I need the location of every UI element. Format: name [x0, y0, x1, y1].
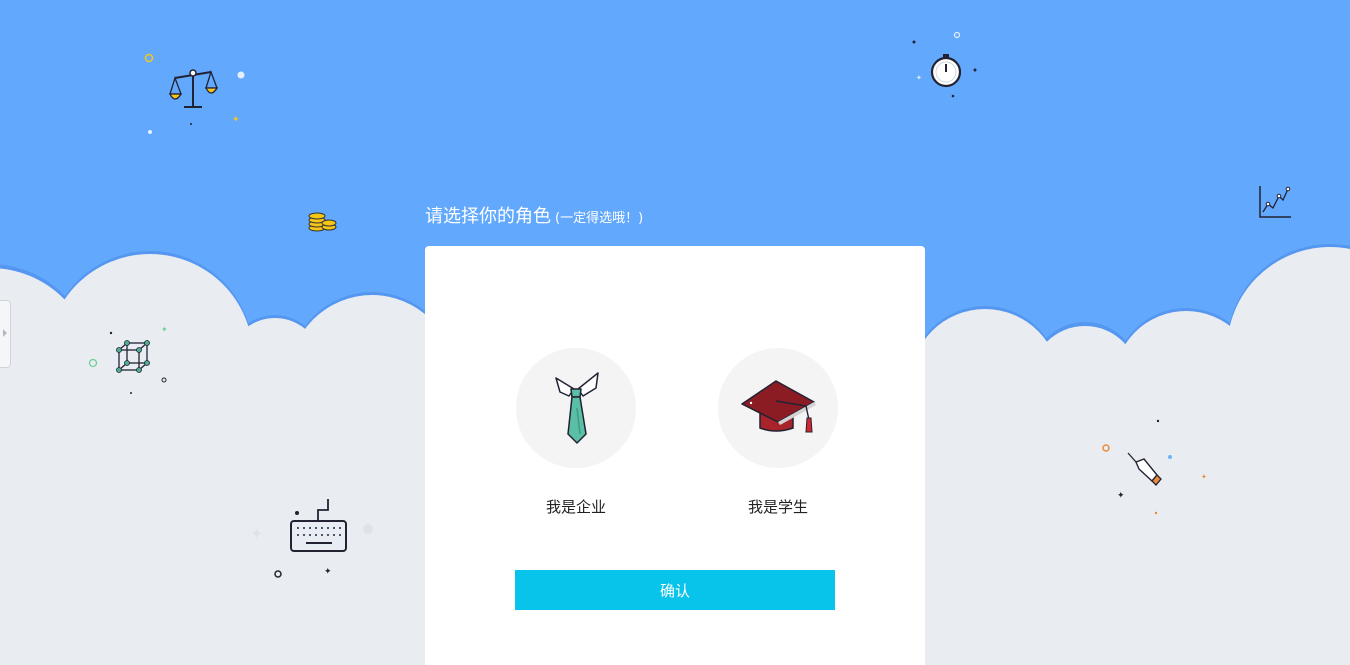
svg-text:✦: ✦: [916, 74, 922, 82]
svg-text:✦: ✦: [324, 567, 332, 577]
svg-text:✦: ✦: [161, 325, 168, 334]
scales-icon: ✦: [144, 53, 245, 134]
side-drawer-handle[interactable]: [0, 300, 11, 368]
role-option-enterprise[interactable]: 我是企业: [516, 348, 636, 517]
coins-icon: [308, 212, 337, 232]
student-avatar-circle[interactable]: [718, 348, 838, 468]
confirm-button[interactable]: 确认: [515, 570, 835, 610]
line-chart-icon: [1259, 186, 1291, 218]
role-option-student[interactable]: 我是学生: [718, 348, 838, 517]
page-title-note: (一定得选哦！): [555, 211, 644, 226]
svg-text:✦: ✦: [232, 115, 240, 125]
role-student-label[interactable]: 我是学生: [718, 496, 838, 517]
enterprise-avatar-circle[interactable]: [516, 348, 636, 468]
svg-text:✦: ✦: [250, 524, 263, 543]
graduation-cap-icon: [741, 380, 816, 433]
cube-network-icon: ✦: [88, 325, 168, 394]
role-select-page: ✦ ✦ ✦ ✦ ✦ ✦ ✦ 请选择你的角色 (一定得选哦！) 我是企业 我是学生…: [0, 0, 1350, 665]
necktie-icon: [555, 372, 599, 444]
page-title: 请选择你的角色 (一定得选哦！): [425, 202, 643, 228]
keyboard-icon: ✦ ✦: [250, 499, 373, 578]
page-title-text: 请选择你的角色: [425, 206, 551, 227]
role-enterprise-label[interactable]: 我是企业: [516, 496, 636, 517]
pen-nib-icon: ✦ ✦: [1102, 419, 1207, 538]
stopwatch-icon: ✦: [912, 31, 977, 98]
svg-text:✦: ✦: [1201, 473, 1207, 481]
svg-text:✦: ✦: [1117, 491, 1125, 501]
role-select-card: 我是企业 我是学生 确认: [425, 246, 925, 665]
